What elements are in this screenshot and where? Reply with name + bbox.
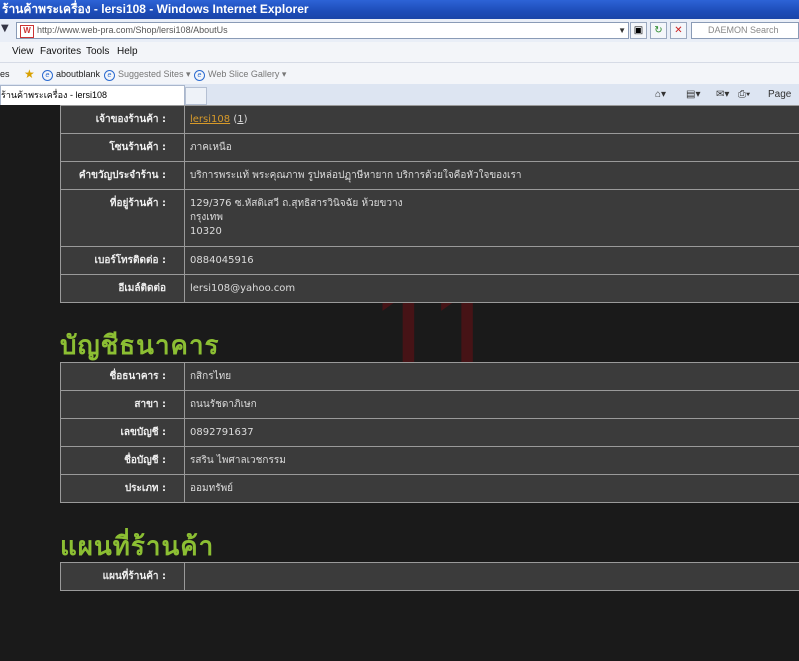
branch-label: สาขา : <box>60 390 185 419</box>
ie-page-icon: e <box>42 70 53 81</box>
tab-bar: ร้านค้าพระเครื่อง - lersi108 ⌂▾ ▤▾ ✉▾ ⎙▾… <box>0 84 799 121</box>
bank-table: ชื่อธนาคาร : กสิกรไทย สาขา : ถนนรัชดาภิเ… <box>60 362 799 503</box>
back-dropdown-icon[interactable]: ▼ <box>1 23 9 34</box>
mail-icon[interactable]: ✉▾ <box>716 84 729 105</box>
account-no-value: 0892791637 <box>184 418 799 447</box>
search-placeholder: DAEMON Search <box>708 25 779 35</box>
home-icon[interactable]: ⌂▾ <box>655 84 666 105</box>
menu-favorites[interactable]: Favorites <box>40 42 81 62</box>
favorites-partial-item[interactable]: es <box>0 63 10 85</box>
fav-web-slice-gallery[interactable]: e Web Slice Gallery ▾ <box>194 63 286 85</box>
fav-suggested-label: Suggested Sites ▾ <box>118 69 191 79</box>
compatibility-view-icon[interactable]: ▣ <box>630 22 647 39</box>
zone-value: ภาคเหนือ <box>184 133 799 162</box>
email-value: lersi108@yahoo.com <box>184 274 799 303</box>
email-label: อีเมล์ติดต่อ <box>60 274 185 303</box>
table-row: แผนที่ร้านค้า : <box>60 562 799 591</box>
ie-page-icon: e <box>104 70 115 81</box>
print-icon[interactable]: ⎙▾ <box>738 84 750 105</box>
menu-view[interactable]: View <box>12 42 34 62</box>
table-row: เบอร์โทรติดต่อ : 0884045916 <box>60 246 799 275</box>
owner-count-link[interactable]: 1 <box>237 114 243 125</box>
address-dropdown-icon[interactable]: ▼ <box>618 23 626 38</box>
feeds-icon[interactable]: ▤▾ <box>686 84 700 105</box>
address-line-3: 10320 <box>190 226 222 237</box>
bank-heading: บัญชีธนาคาร <box>60 331 220 361</box>
phone-label: เบอร์โทรติดต่อ : <box>60 246 185 275</box>
owner-link[interactable]: lersi108 <box>190 114 230 125</box>
table-row: อีเมล์ติดต่อ lersi108@yahoo.com <box>60 274 799 303</box>
site-favicon-icon: W <box>20 25 34 38</box>
new-tab-button[interactable] <box>185 87 207 105</box>
table-row: ชื่อบัญชี : รสริน ไพศาลเวชกรรม <box>60 446 799 475</box>
account-type-label: ประเภท : <box>60 474 185 503</box>
refresh-icon[interactable]: ↻ <box>650 22 667 39</box>
table-row: คำขวัญประจำร้าน : บริการพระแท้ พระคุณภาพ… <box>60 161 799 190</box>
window-title-bar: ร้านค้าพระเครื่อง - lersi108 - Windows I… <box>0 0 799 19</box>
address-line-1: 129/376 ซ.หัสดิเสวี ถ.สุทธิสารวินิจฉัย ห… <box>190 198 403 209</box>
address-bar-row: ▼ Whttp://www.web-pra.com/Shop/lersi108/… <box>0 19 799 43</box>
address-input[interactable]: Whttp://www.web-pra.com/Shop/lersi108/Ab… <box>16 22 629 39</box>
fav-webslice-label: Web Slice Gallery ▾ <box>208 69 287 79</box>
tab-label: ร้านค้าพระเครื่อง - lersi108 <box>1 90 107 100</box>
owner-count: (1) <box>233 114 248 125</box>
favorites-star-icon[interactable]: ★ <box>24 63 35 85</box>
slogan-label: คำขวัญประจำร้าน : <box>60 161 185 190</box>
menu-bar: View Favorites Tools Help <box>0 42 799 62</box>
address-line-2: กรุงเทพ <box>190 212 223 223</box>
table-row: โซนร้านค้า : ภาคเหนือ <box>60 133 799 162</box>
map-table: แผนที่ร้านค้า : <box>60 562 799 591</box>
favorites-bar: es ★ e aboutblank e Suggested Sites ▾ e Web… <box>0 62 799 85</box>
store-info-table: เจ้าของร้านค้า : lersi108 (1) โซนร้านค้า… <box>60 105 799 303</box>
map-value <box>184 562 799 591</box>
table-row: เลขบัญชี : 0892791637 <box>60 418 799 447</box>
table-row: ประเภท : ออมทรัพย์ <box>60 474 799 503</box>
fav-aboutblank[interactable]: e aboutblank <box>42 63 100 85</box>
zone-label: โซนร้านค้า : <box>60 133 185 162</box>
bank-name-value: กสิกรไทย <box>184 362 799 391</box>
owner-cell: lersi108 (1) <box>184 105 799 134</box>
stop-icon[interactable]: ✕ <box>670 22 687 39</box>
table-row: สาขา : ถนนรัชดาภิเษก <box>60 390 799 419</box>
menu-tools[interactable]: Tools <box>86 42 109 62</box>
table-row: ชื่อธนาคาร : กสิกรไทย <box>60 362 799 391</box>
owner-label: เจ้าของร้านค้า : <box>60 105 185 134</box>
slogan-value: บริการพระแท้ พระคุณภาพ รูปหล่อปฏุาษีหายา… <box>184 161 799 190</box>
address-label: ที่อยู่ร้านค้า : <box>60 189 185 247</box>
search-input[interactable]: DAEMON Search <box>691 22 799 39</box>
address-url: http://www.web-pra.com/Shop/lersi108/Abo… <box>37 25 228 35</box>
page-content: 11 เจ้าของร้านค้า : lersi108 (1) โซนร้าน… <box>0 105 799 661</box>
address-value: 129/376 ซ.หัสดิเสวี ถ.สุทธิสารวินิจฉัย ห… <box>184 189 799 247</box>
fav-aboutblank-label: aboutblank <box>56 69 101 79</box>
bank-name-label: ชื่อธนาคาร : <box>60 362 185 391</box>
tab-active[interactable]: ร้านค้าพระเครื่อง - lersi108 <box>0 85 185 105</box>
table-row: ที่อยู่ร้านค้า : 129/376 ซ.หัสดิเสวี ถ.ส… <box>60 189 799 247</box>
account-no-label: เลขบัญชี : <box>60 418 185 447</box>
fav-suggested-sites[interactable]: e Suggested Sites ▾ <box>104 63 191 85</box>
menu-help[interactable]: Help <box>117 42 138 62</box>
account-name-label: ชื่อบัญชี : <box>60 446 185 475</box>
branch-value: ถนนรัชดาภิเษก <box>184 390 799 419</box>
window-title: ร้านค้าพระเครื่อง - lersi108 - Windows I… <box>2 2 309 16</box>
table-row: เจ้าของร้านค้า : lersi108 (1) <box>60 105 799 134</box>
account-type-value: ออมทรัพย์ <box>184 474 799 503</box>
ie-page-icon: e <box>194 70 205 81</box>
phone-value: 0884045916 <box>184 246 799 275</box>
account-name-value: รสริน ไพศาลเวชกรรม <box>184 446 799 475</box>
map-heading: แผนที่ร้านค้า <box>60 532 215 562</box>
map-label: แผนที่ร้านค้า : <box>60 562 185 591</box>
